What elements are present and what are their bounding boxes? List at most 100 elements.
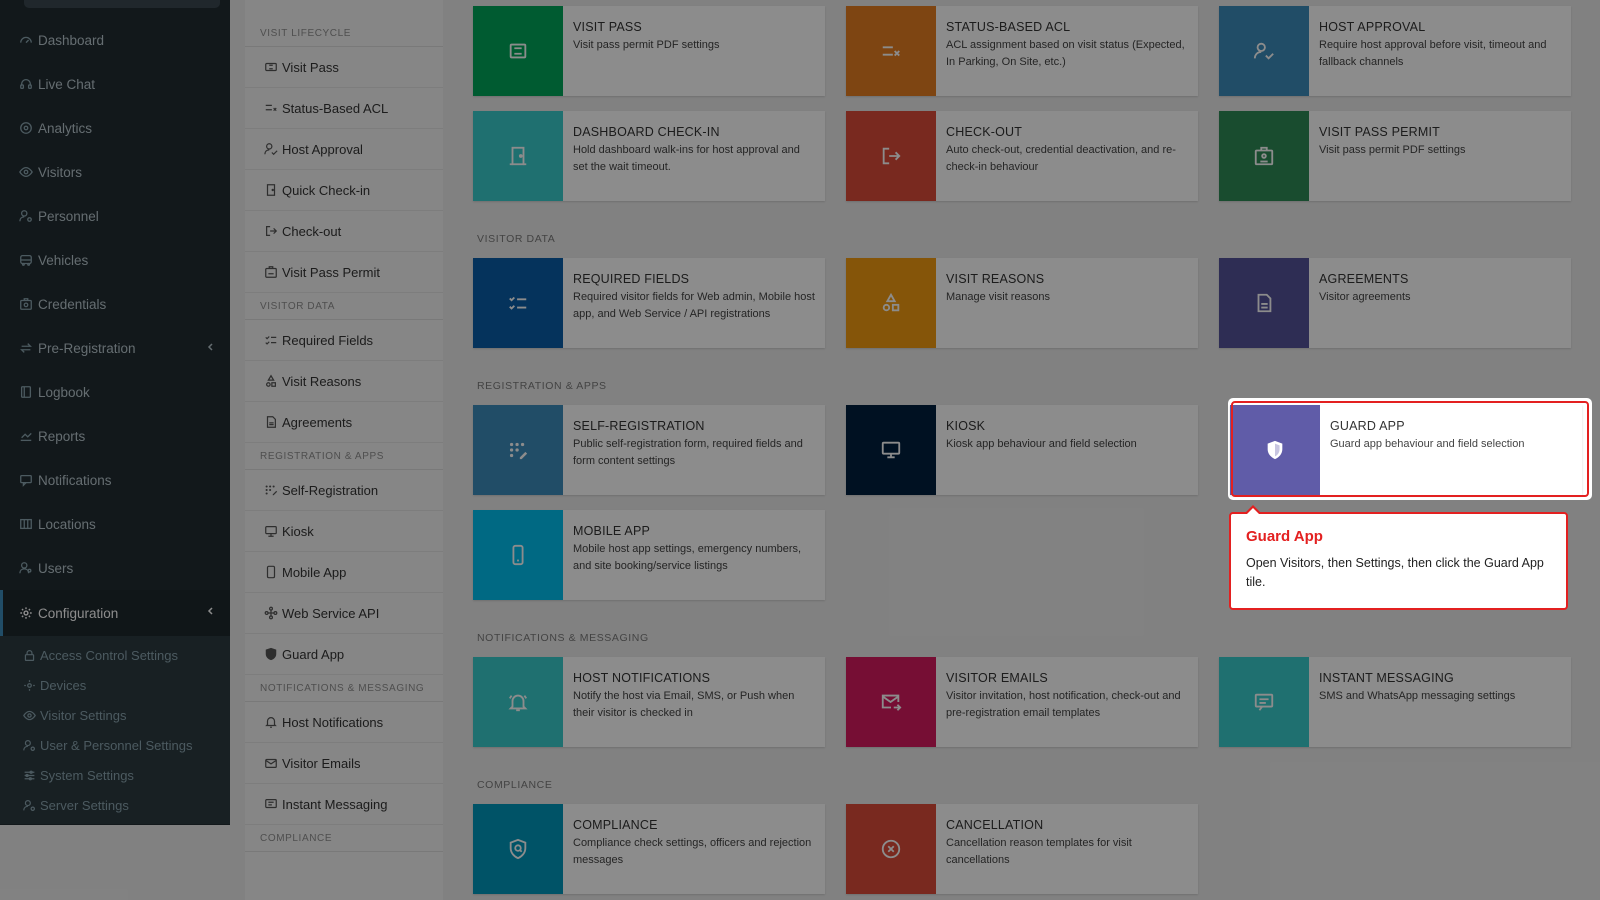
sidebar-item-reports[interactable]: Reports xyxy=(0,414,230,458)
tile-body: CANCELLATION Cancellation reason template… xyxy=(936,804,1198,894)
submenu-item-visitor-settings[interactable]: Visitor Settings xyxy=(0,700,230,730)
menu-item-web-service-api[interactable]: Web Service API xyxy=(245,593,443,634)
logout-icon xyxy=(846,111,936,201)
tile-body: COMPLIANCE Compliance check settings, off… xyxy=(563,804,825,894)
tooltip-arrow-inner xyxy=(1247,508,1259,514)
bus-icon xyxy=(19,253,33,267)
tile-visitor-emails[interactable]: VISITOR EMAILS Visitor invitation, host n… xyxy=(846,657,1198,747)
chevron-left-icon[interactable] xyxy=(206,342,216,352)
tile-body: INSTANT MESSAGING SMS and WhatsApp messag… xyxy=(1309,657,1525,747)
user-check-icon xyxy=(264,142,278,156)
tile-description: Required visitor fields for Web admin, M… xyxy=(573,291,815,320)
chat-icon xyxy=(264,797,278,811)
menu-item-visitor-emails[interactable]: Visitor Emails xyxy=(245,743,443,784)
tooltip-text: Open Visitors, then Settings, then click… xyxy=(1246,556,1544,589)
sidebar-item-users[interactable]: Users xyxy=(0,546,230,590)
tile-visit-pass[interactable]: VISIT PASS Visit pass permit PDF settings xyxy=(473,6,825,96)
sidebar-item-label: Personnel xyxy=(38,208,99,224)
menu-item-host-approval[interactable]: Host Approval xyxy=(245,129,443,170)
sidebar-item-credentials[interactable]: Credentials xyxy=(0,282,230,326)
cog-icon xyxy=(23,679,36,692)
submenu-item-user-personnel-settings[interactable]: User & Personnel Settings xyxy=(0,730,230,760)
submenu-item-server-settings[interactable]: Server Settings xyxy=(0,790,230,820)
menu-item-host-notifications[interactable]: Host Notifications xyxy=(245,702,443,743)
submenu-item-access-control-settings[interactable]: Access Control Settings xyxy=(0,640,230,670)
menu-item-visit-pass[interactable]: Visit Pass xyxy=(245,47,443,88)
menu-item-instant-messaging[interactable]: Instant Messaging xyxy=(245,784,443,825)
configuration-submenu: Access Control Settings Devices Visitor … xyxy=(0,636,230,824)
tile-body: REQUIRED FIELDS Required visitor fields f… xyxy=(563,258,825,348)
menu-item-visit-reasons[interactable]: Visit Reasons xyxy=(245,361,443,402)
tile-description: SMS and WhatsApp messaging settings xyxy=(1319,690,1516,702)
sidebar-item-locations[interactable]: Locations xyxy=(0,502,230,546)
sidebar-item-vehicles[interactable]: Vehicles xyxy=(0,238,230,282)
sidebar-item-label: Credentials xyxy=(38,296,107,312)
tile-description: Visit pass permit PDF settings xyxy=(1319,144,1466,156)
checklist-x-icon xyxy=(846,6,936,96)
sidebar-item-label: Logbook xyxy=(38,384,90,400)
tile-kiosk[interactable]: KIOSK Kiosk app behaviour and field selec… xyxy=(846,405,1198,495)
tile-body: KIOSK Kiosk app behaviour and field selec… xyxy=(936,405,1147,495)
tile-title: STATUS-BASED ACL xyxy=(946,20,1071,34)
sidebar-item-logbook[interactable]: Logbook xyxy=(0,370,230,414)
tile-check-out[interactable]: CHECK-OUT Auto check-out, credential deac… xyxy=(846,111,1198,201)
submenu-item-system-settings[interactable]: System Settings xyxy=(0,760,230,790)
sliders-icon xyxy=(23,769,36,782)
submenu-item-devices[interactable]: Devices xyxy=(0,670,230,700)
menu-item-check-out[interactable]: Check-out xyxy=(245,211,443,252)
tile-mobile-app[interactable]: MOBILE APP Mobile host app settings, emer… xyxy=(473,510,825,600)
tile-title: REQUIRED FIELDS xyxy=(573,272,690,286)
tile-dashboard-check-in[interactable]: DASHBOARD CHECK-IN Hold dashboard walk-in… xyxy=(473,111,825,201)
tile-body: VISIT PASS Visit pass permit PDF settings xyxy=(563,6,730,96)
sidebar-item-configuration[interactable]: Configuration xyxy=(0,590,230,636)
menu-item-visit-pass-permit[interactable]: Visit Pass Permit xyxy=(245,252,443,293)
tiles-section-notifications-messaging: NOTIFICATIONS & MESSAGING xyxy=(477,632,649,644)
tile-visit-reasons[interactable]: VISIT REASONS Manage visit reasons xyxy=(846,258,1198,348)
tile-host-notifications[interactable]: HOST NOTIFICATIONS Notify the host via Em… xyxy=(473,657,825,747)
tile-description: Public self-registration form, required … xyxy=(573,438,803,467)
monitor-icon xyxy=(846,405,936,495)
tile-description: Notify the host via Email, SMS, or Push … xyxy=(573,690,795,719)
menu-item-guard-app[interactable]: Guard App xyxy=(245,634,443,675)
tile-host-approval[interactable]: HOST APPROVAL Require host approval befor… xyxy=(1219,6,1571,96)
menu-item-self-registration[interactable]: Self-Registration xyxy=(245,470,443,511)
sidebar-item-personnel[interactable]: Personnel xyxy=(0,194,230,238)
menu-section-registration-apps: REGISTRATION & APPS xyxy=(245,443,443,470)
tile-title: HOST APPROVAL xyxy=(1319,20,1426,34)
chevron-left-icon[interactable] xyxy=(206,606,216,616)
shapes-icon xyxy=(264,374,278,388)
menu-item-label: Quick Check-in xyxy=(282,182,371,198)
door-icon xyxy=(264,183,278,197)
sidebar-item-label: Visitors xyxy=(38,164,83,180)
logout-icon xyxy=(264,224,278,238)
menu-item-agreements[interactable]: Agreements xyxy=(245,402,443,443)
sidebar-item-label: Live Chat xyxy=(38,76,96,92)
tile-agreements[interactable]: AGREEMENTS Visitor agreements xyxy=(1219,258,1571,348)
user-gear-icon xyxy=(23,739,36,752)
sidebar-item-pre-registration[interactable]: Pre-Registration xyxy=(0,326,230,370)
tile-body: DASHBOARD CHECK-IN Hold dashboard walk-in… xyxy=(563,111,825,201)
tile-title: VISITOR EMAILS xyxy=(946,671,1048,685)
tile-required-fields[interactable]: REQUIRED FIELDS Required visitor fields f… xyxy=(473,258,825,348)
menu-section-visitor-data: VISITOR DATA xyxy=(245,293,443,320)
menu-item-status-based-acl[interactable]: Status-Based ACL xyxy=(245,88,443,129)
sidebar-item-label: Pre-Registration xyxy=(38,340,136,356)
tile-visit-pass-permit[interactable]: VISIT PASS PERMIT Visit pass permit PDF s… xyxy=(1219,111,1571,201)
sidebar-item-live-chat[interactable]: Live Chat xyxy=(0,62,230,106)
tile-instant-messaging[interactable]: INSTANT MESSAGING SMS and WhatsApp messag… xyxy=(1219,657,1571,747)
tile-body: HOST NOTIFICATIONS Notify the host via Em… xyxy=(563,657,825,747)
tile-compliance[interactable]: COMPLIANCE Compliance check settings, off… xyxy=(473,804,825,894)
tile-cancellation[interactable]: CANCELLATION Cancellation reason template… xyxy=(846,804,1198,894)
sidebar-item-visitors[interactable]: Visitors xyxy=(0,150,230,194)
tile-status-based-acl[interactable]: STATUS-BASED ACL ACL assignment based on … xyxy=(846,6,1198,96)
tile-self-registration[interactable]: SELF-REGISTRATION Public self-registratio… xyxy=(473,405,825,495)
sidebar-item-analytics[interactable]: Analytics xyxy=(0,106,230,150)
menu-item-required-fields[interactable]: Required Fields xyxy=(245,320,443,361)
sidebar-item-notifications[interactable]: Notifications xyxy=(0,458,230,502)
menu-item-kiosk[interactable]: Kiosk xyxy=(245,511,443,552)
menu-item-mobile-app[interactable]: Mobile App xyxy=(245,552,443,593)
settings-menu: VISIT LIFECYCLE Visit Pass Status-Based … xyxy=(245,0,443,900)
menu-item-quick-check-in[interactable]: Quick Check-in xyxy=(245,170,443,211)
sidebar-item-dashboard[interactable]: Dashboard xyxy=(0,18,230,62)
tile-guard-app[interactable]: GUARD APP Guard app behaviour and field s… xyxy=(1230,405,1582,495)
